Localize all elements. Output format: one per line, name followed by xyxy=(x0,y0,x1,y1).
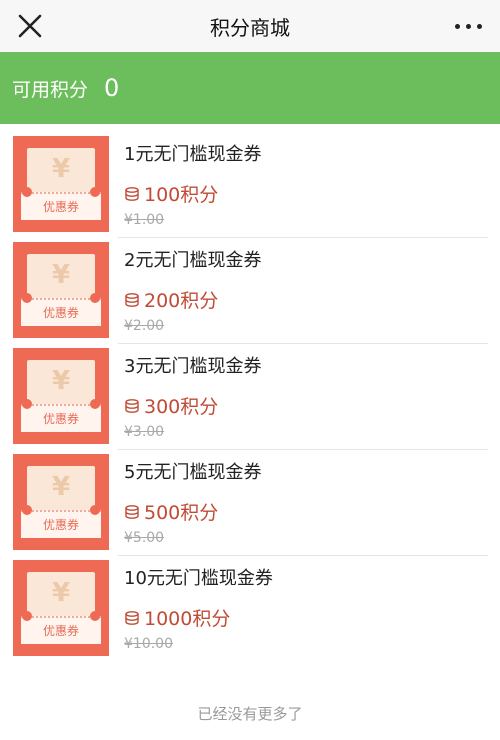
yen-symbol: ¥ xyxy=(51,472,71,502)
coupon-ticket-icon: ¥ 优惠券 xyxy=(21,466,101,538)
coupon-thumbnail: ¥ 优惠券 xyxy=(13,560,109,656)
list-item[interactable]: ¥ 优惠券 3元无门槛现金券 300积分 ¥3.00 xyxy=(0,344,500,450)
item-name: 3元无门槛现金券 xyxy=(124,356,262,377)
item-original-price: ¥5.00 xyxy=(124,530,165,546)
yen-symbol: ¥ xyxy=(51,260,71,290)
item-points-text: 300积分 xyxy=(144,396,219,418)
available-points-bar: 可用积分 0 xyxy=(0,52,500,124)
coupon-ticket-icon: ¥ 优惠券 xyxy=(21,360,101,432)
item-name: 5元无门槛现金券 xyxy=(124,462,262,483)
item-points-text: 200积分 xyxy=(144,290,219,312)
top-nav-bar: 积分商城 xyxy=(0,0,500,52)
item-original-price: ¥3.00 xyxy=(124,424,165,440)
coupon-thumbnail: ¥ 优惠券 xyxy=(13,242,109,338)
coupon-list: ¥ 优惠券 1元无门槛现金券 100积分 ¥1.00 ¥ 优惠券 2元无门槛现金… xyxy=(0,132,500,662)
yen-symbol: ¥ xyxy=(51,578,71,608)
available-points-label: 可用积分 xyxy=(12,78,89,101)
list-item[interactable]: ¥ 优惠券 1元无门槛现金券 100积分 ¥1.00 xyxy=(0,132,500,238)
yen-symbol: ¥ xyxy=(51,154,71,184)
coupon-thumbnail: ¥ 优惠券 xyxy=(13,348,109,444)
coupon-badge-label: 优惠券 xyxy=(42,518,79,532)
item-points-price: 300积分 xyxy=(124,392,218,419)
item-original-price: ¥2.00 xyxy=(124,318,165,334)
available-points-value: 0 xyxy=(104,74,120,102)
item-points-text: 100积分 xyxy=(144,184,219,206)
list-item[interactable]: ¥ 优惠券 10元无门槛现金券 1000积分 ¥10.00 xyxy=(0,556,500,662)
item-name: 2元无门槛现金券 xyxy=(124,250,262,271)
coin-stack-icon xyxy=(125,292,139,307)
close-icon[interactable] xyxy=(16,12,44,40)
item-points-price: 100积分 xyxy=(124,180,218,207)
item-original-price: ¥1.00 xyxy=(124,212,165,228)
item-points-price: 200积分 xyxy=(124,286,218,313)
item-points-text: 500积分 xyxy=(144,502,219,524)
coupon-badge-label: 优惠券 xyxy=(42,306,79,320)
coupon-ticket-icon: ¥ 优惠券 xyxy=(21,148,101,220)
coupon-ticket-icon: ¥ 优惠券 xyxy=(21,254,101,326)
coupon-ticket-icon: ¥ 优惠券 xyxy=(21,572,101,644)
coupon-badge-label: 优惠券 xyxy=(42,200,79,214)
item-original-price: ¥10.00 xyxy=(124,636,173,652)
coin-stack-icon xyxy=(125,610,139,625)
item-points-price: 1000积分 xyxy=(124,604,230,631)
coupon-badge-label: 优惠券 xyxy=(42,412,79,426)
list-item[interactable]: ¥ 优惠券 5元无门槛现金券 500积分 ¥5.00 xyxy=(0,450,500,556)
coupon-badge-label: 优惠券 xyxy=(42,624,79,638)
item-points-text: 1000积分 xyxy=(144,608,231,630)
item-name: 10元无门槛现金券 xyxy=(124,568,273,589)
page-title: 积分商城 xyxy=(210,15,290,40)
coin-stack-icon xyxy=(125,398,139,413)
list-item[interactable]: ¥ 优惠券 2元无门槛现金券 200积分 ¥2.00 xyxy=(0,238,500,344)
coupon-thumbnail: ¥ 优惠券 xyxy=(13,454,109,550)
coin-stack-icon xyxy=(125,186,139,201)
item-points-price: 500积分 xyxy=(124,498,218,525)
coupon-thumbnail: ¥ 优惠券 xyxy=(13,136,109,232)
yen-symbol: ¥ xyxy=(51,366,71,396)
more-dots-icon[interactable] xyxy=(455,24,482,29)
end-of-list-text: 已经没有更多了 xyxy=(197,705,303,723)
item-name: 1元无门槛现金券 xyxy=(124,144,262,165)
coin-stack-icon xyxy=(125,504,139,519)
